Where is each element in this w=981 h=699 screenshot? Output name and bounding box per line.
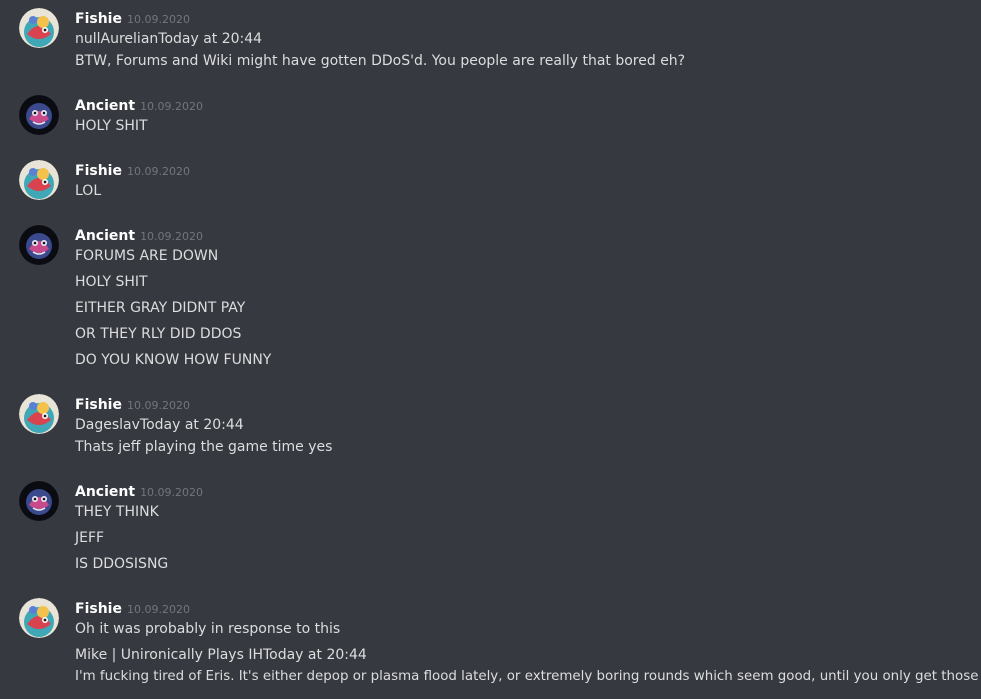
ancient-avatar-icon[interactable] [19, 225, 59, 265]
fishie-avatar-icon[interactable] [19, 8, 59, 48]
message-header: Fishie 10.09.2020 [75, 394, 190, 414]
username[interactable]: Ancient [75, 228, 135, 244]
timestamp: 10.09.2020 [126, 603, 190, 616]
timestamp: 10.09.2020 [140, 230, 204, 243]
message-text: LOL [75, 183, 102, 199]
fishie-avatar-icon[interactable] [19, 598, 59, 638]
username[interactable]: Fishie [75, 601, 122, 617]
message-text: DageslavToday at 20:44 [75, 417, 244, 433]
message-header: Ancient 10.09.2020 [75, 225, 203, 245]
message-text: Thats jeff playing the game time yes [75, 439, 333, 455]
message-header: Fishie 10.09.2020 [75, 160, 190, 180]
username[interactable]: Ancient [75, 98, 135, 114]
timestamp: 10.09.2020 [140, 100, 204, 113]
username[interactable]: Fishie [75, 397, 122, 413]
ancient-avatar-icon[interactable] [19, 95, 59, 135]
message-text: DO YOU KNOW HOW FUNNY [75, 352, 272, 368]
message-text: FORUMS ARE DOWN [75, 248, 219, 264]
username[interactable]: Fishie [75, 163, 122, 179]
message-text: THEY THINK [75, 504, 159, 520]
message-text: Mike | Unironically Plays IHToday at 20:… [75, 647, 367, 663]
message-header: Fishie 10.09.2020 [75, 8, 190, 28]
message-text: BTW, Forums and Wiki might have gotten D… [75, 53, 686, 69]
username[interactable]: Fishie [75, 11, 122, 27]
message-text: HOLY SHIT [75, 274, 148, 290]
message-text: nullAurelianToday at 20:44 [75, 31, 263, 47]
message-text: HOLY SHIT [75, 118, 148, 134]
message-header: Ancient 10.09.2020 [75, 481, 203, 501]
timestamp: 10.09.2020 [126, 399, 190, 412]
timestamp: 10.09.2020 [126, 165, 190, 178]
message-text: I'm fucking tired of Eris. It's either d… [75, 669, 979, 684]
message-text: Oh it was probably in response to this [75, 621, 341, 637]
timestamp: 10.09.2020 [140, 486, 204, 499]
message-text: IS DDOSISNG [75, 556, 169, 572]
message-text: EITHER GRAY DIDNT PAY [75, 300, 246, 316]
message-header: Ancient 10.09.2020 [75, 95, 203, 115]
message-header: Fishie 10.09.2020 [75, 598, 190, 618]
message-text: OR THEY RLY DID DDOS [75, 326, 242, 342]
fishie-avatar-icon[interactable] [19, 160, 59, 200]
username[interactable]: Ancient [75, 484, 135, 500]
ancient-avatar-icon[interactable] [19, 481, 59, 521]
timestamp: 10.09.2020 [126, 13, 190, 26]
message-text: JEFF [75, 530, 105, 546]
fishie-avatar-icon[interactable] [19, 394, 59, 434]
